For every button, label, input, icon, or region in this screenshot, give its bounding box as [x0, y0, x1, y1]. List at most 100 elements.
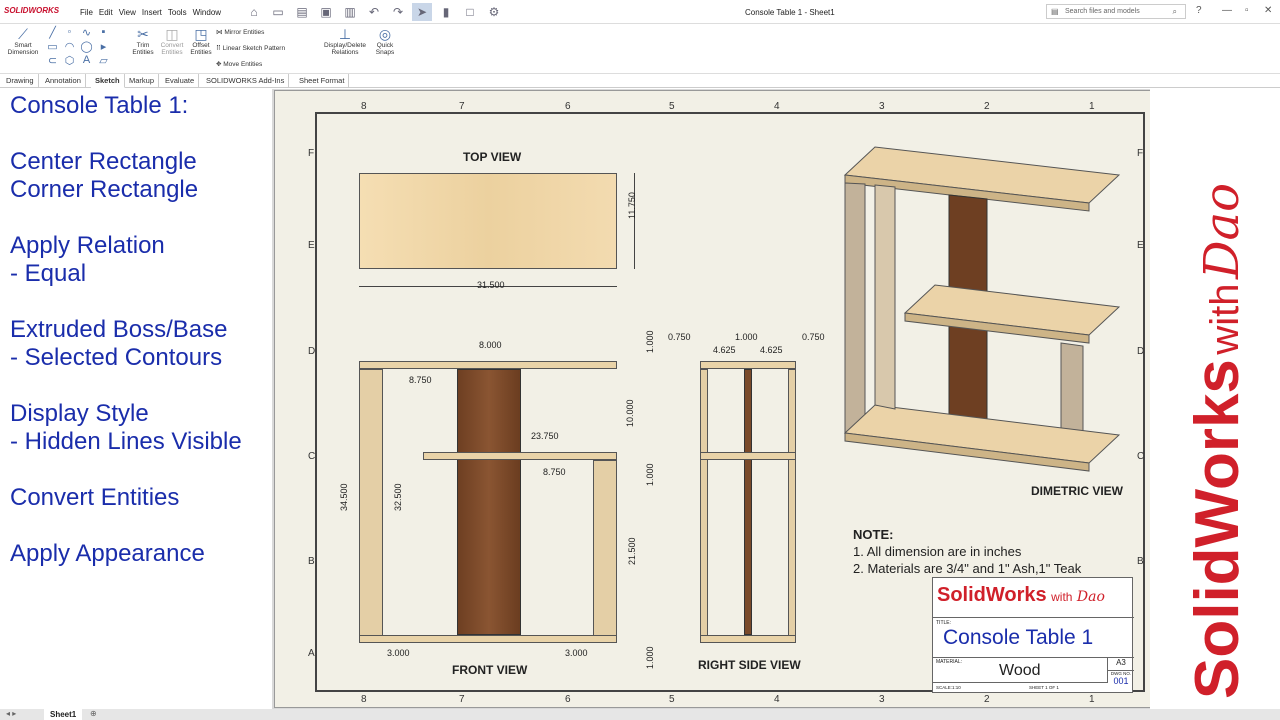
smart-dimension-label: Smart Dimension: [7, 42, 39, 56]
tab-annotation[interactable]: Annotation: [41, 74, 86, 88]
dim-1-top[interactable]: 1.000: [645, 330, 655, 353]
dim-4-625-right[interactable]: 4.625: [760, 345, 783, 355]
dim-23-75[interactable]: 23.750: [531, 431, 559, 441]
home-icon[interactable]: ⌂: [244, 3, 264, 21]
tab-drawing[interactable]: Drawing: [2, 74, 39, 88]
move-entities-button[interactable]: ✥ Move Entities: [216, 60, 262, 68]
tab-addins[interactable]: SOLIDWORKS Add-Ins: [202, 74, 290, 88]
dimetric-view[interactable]: [835, 139, 1135, 479]
note-2: 2. Materials are 3/4" and 1" Ash,1" Teak: [853, 561, 1082, 576]
menu-bar: File Edit View Insert Tools Window: [80, 8, 221, 17]
dim-4-625-left[interactable]: 4.625: [713, 345, 736, 355]
print-icon[interactable]: ▥: [340, 3, 360, 21]
dim-1-bottom[interactable]: 1.000: [645, 646, 655, 669]
dim-10[interactable]: 10.000: [625, 399, 635, 427]
trim-entities-button[interactable]: ✂ Trim Entities: [128, 26, 158, 56]
user-icon[interactable]: ▫: [1245, 5, 1249, 16]
dim-0-75-left[interactable]: 0.750: [668, 332, 691, 342]
dim-8-75-bottom[interactable]: 8.750: [543, 467, 566, 477]
quick-snaps-button[interactable]: ◎ Quick Snaps: [372, 26, 398, 56]
vertical-brand-main: SolidWorks: [1183, 359, 1252, 699]
tab-sketch[interactable]: Sketch: [91, 74, 125, 88]
menu-tools[interactable]: Tools: [168, 8, 187, 17]
traffic-light-icon[interactable]: ▮: [436, 3, 456, 21]
rebuild-icon[interactable]: □: [460, 3, 480, 21]
search-icon[interactable]: ⌕: [1173, 5, 1177, 18]
menu-window[interactable]: Window: [193, 8, 221, 17]
polygon-icon[interactable]: ⬡: [61, 54, 78, 68]
quick-snaps-label: Quick Snaps: [375, 42, 395, 56]
side-bottom-shelf[interactable]: [700, 635, 796, 643]
menu-edit[interactable]: Edit: [99, 8, 113, 17]
top-view-tabletop[interactable]: [359, 173, 617, 269]
dim-34-5[interactable]: 34.500: [339, 483, 349, 511]
zone-row-f-right: F: [1137, 148, 1144, 159]
dim-31-5[interactable]: 31.500: [477, 280, 505, 290]
smart-dimension-button[interactable]: ⟋ Smart Dimension: [4, 26, 42, 56]
side-back-leg[interactable]: [788, 369, 796, 637]
spline-icon[interactable]: ∿: [78, 26, 95, 40]
dim-3-left[interactable]: 3.000: [387, 648, 410, 658]
offset-entities-button[interactable]: ◳ Offset Entities: [186, 26, 216, 56]
tab-sheet-format[interactable]: Sheet Format: [295, 74, 350, 88]
help-icon[interactable]: ?: [1196, 5, 1202, 16]
minimize-icon[interactable]: —: [1222, 5, 1232, 16]
menu-file[interactable]: File: [80, 8, 93, 17]
close-icon[interactable]: ✕: [1264, 5, 1272, 16]
display-relations-button[interactable]: ⊥ Display/Delete Relations: [320, 26, 370, 56]
dim-32-5[interactable]: 32.500: [393, 483, 403, 511]
side-top-shelf[interactable]: [700, 361, 796, 369]
new-document-icon[interactable]: ▭: [268, 3, 288, 21]
side-teak-panel[interactable]: [744, 369, 752, 635]
open-folder-icon[interactable]: ▤: [292, 3, 312, 21]
undo-icon[interactable]: ↶: [364, 3, 384, 21]
dim-21-5[interactable]: 21.500: [627, 537, 637, 565]
dim-0-75-right[interactable]: 0.750: [802, 332, 825, 342]
front-teak-panel[interactable]: [457, 369, 521, 635]
plane-icon[interactable]: ▱: [95, 54, 112, 68]
step-display-style: Display Style: [10, 400, 149, 427]
side-middle-shelf[interactable]: [700, 452, 796, 460]
front-left-leg[interactable]: [359, 369, 383, 637]
redo-icon[interactable]: ↷: [388, 3, 408, 21]
dim-1-mid[interactable]: 1.000: [645, 463, 655, 486]
note-title: NOTE:: [853, 527, 894, 542]
tab-evaluate[interactable]: Evaluate: [161, 74, 200, 88]
line-icon[interactable]: ╱: [44, 26, 61, 40]
convert-entities-button[interactable]: ◫ Convert Entities: [156, 26, 188, 56]
rectangle-icon[interactable]: ▭: [44, 40, 61, 54]
front-top-shelf[interactable]: [359, 361, 617, 369]
point-icon[interactable]: ▪: [95, 26, 112, 40]
arc-icon[interactable]: ◠: [61, 40, 78, 54]
logo-brand: SolidWorks: [937, 584, 1047, 606]
dim-8[interactable]: 8.000: [479, 340, 502, 350]
front-middle-shelf[interactable]: [423, 452, 617, 460]
menu-insert[interactable]: Insert: [142, 8, 162, 17]
title-block[interactable]: SolidWorks with Dao TITLE: Console Table…: [932, 577, 1134, 693]
fillet-icon[interactable]: ▸: [95, 40, 112, 54]
add-sheet-icon[interactable]: ⊕: [90, 709, 97, 718]
front-right-leg[interactable]: [593, 460, 617, 636]
options-gear-icon[interactable]: ⚙: [484, 3, 504, 21]
tab-markup[interactable]: Markup: [125, 74, 160, 88]
text-icon[interactable]: A: [78, 54, 95, 68]
side-front-leg[interactable]: [700, 369, 708, 637]
dim-11-75[interactable]: 11.750: [627, 192, 637, 219]
select-cursor-icon[interactable]: ➤: [412, 3, 432, 21]
search-box[interactable]: ▤ Search files and models ⌕: [1046, 4, 1186, 19]
slot-icon[interactable]: ⊂: [44, 54, 61, 68]
save-icon[interactable]: ▣: [316, 3, 336, 21]
dim-3-right[interactable]: 3.000: [565, 648, 588, 658]
sheet-nav-icon[interactable]: ◂ ▸: [6, 709, 16, 718]
dim-8-75-top[interactable]: 8.750: [409, 375, 432, 385]
linear-pattern-button[interactable]: ⠿ Linear Sketch Pattern: [216, 44, 285, 52]
dim-1-side[interactable]: 1.000: [735, 332, 758, 342]
circle-icon[interactable]: ◦: [61, 26, 78, 40]
ellipse-icon[interactable]: ◯: [78, 40, 95, 54]
mirror-entities-button[interactable]: ⋈ Mirror Entities: [216, 28, 264, 36]
menu-view[interactable]: View: [119, 8, 136, 17]
zone-row-c-right: C: [1137, 451, 1145, 462]
sheet-tab[interactable]: Sheet1: [44, 709, 83, 720]
drawing-notes[interactable]: NOTE: 1. All dimension are in inches 2. …: [853, 526, 1081, 577]
front-bottom-shelf[interactable]: [359, 635, 617, 643]
